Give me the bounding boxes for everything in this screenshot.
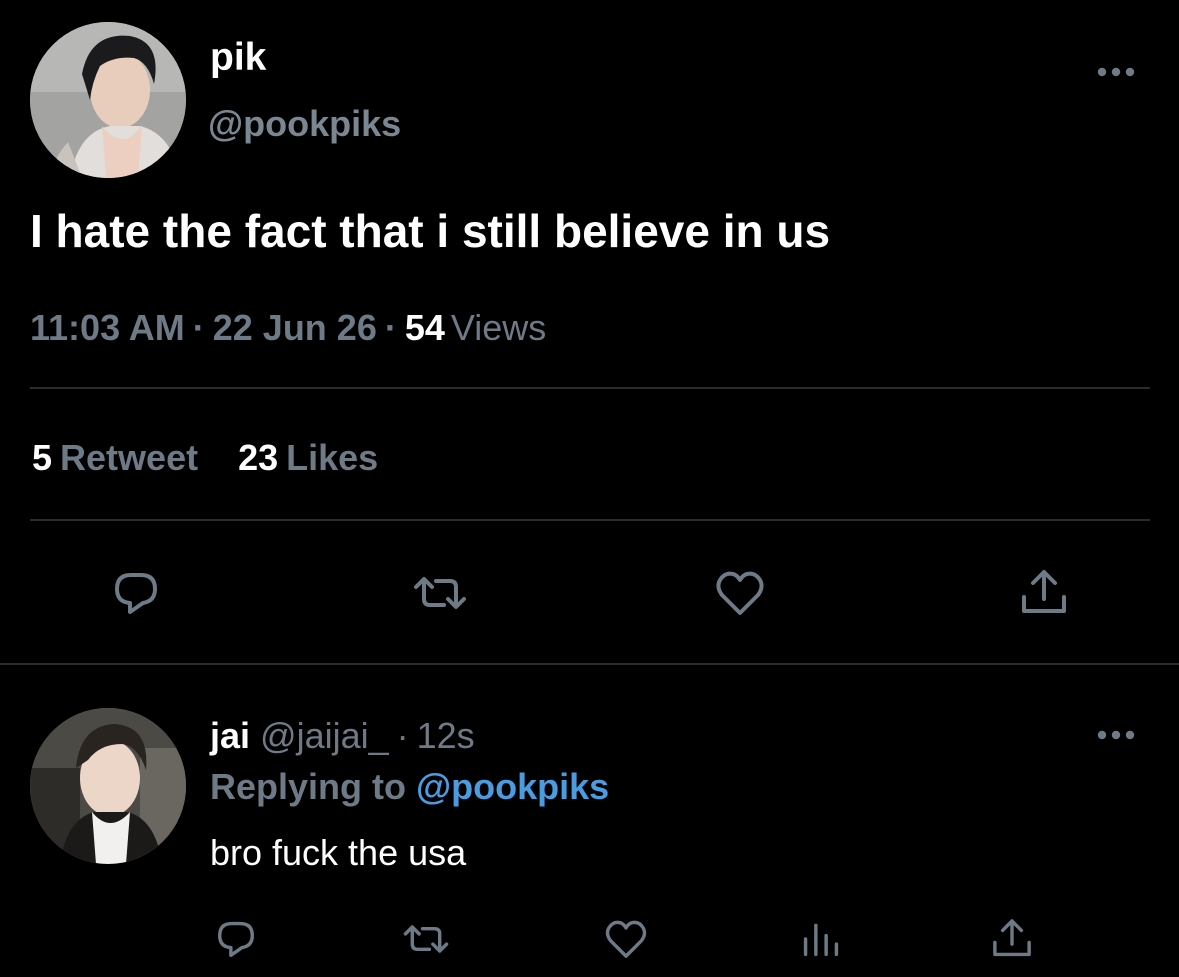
reply-text: bro fuck the usa: [210, 832, 467, 873]
replying-mention-link[interactable]: @pookpiks: [416, 766, 609, 807]
retweet-icon[interactable]: [412, 565, 468, 621]
reply-icon[interactable]: [108, 565, 164, 621]
meta-separator: ·: [192, 307, 205, 348]
profile-photo-icon: [30, 22, 186, 178]
more-options-icon[interactable]: [1095, 64, 1137, 80]
section-divider: [0, 663, 1179, 665]
author-avatar[interactable]: [30, 22, 186, 178]
divider: [30, 519, 1150, 521]
like-icon[interactable]: [602, 915, 650, 963]
tweet-stats: 5 Retweet 23 Likes: [32, 436, 378, 480]
reply-age: 12s: [416, 715, 475, 756]
retweet-icon[interactable]: [402, 915, 450, 963]
reply-author-display-name[interactable]: jai: [210, 715, 250, 756]
tweet-text: I hate the fact that i still believe in …: [30, 205, 831, 257]
share-icon[interactable]: [1016, 565, 1072, 621]
views-label: Views: [450, 307, 547, 348]
profile-photo-icon: [30, 708, 186, 864]
share-icon[interactable]: [988, 915, 1036, 963]
tweet-meta: 11:03 AM · 22 Jun 26 · 54 Views: [30, 306, 546, 350]
meta-separator: ·: [384, 307, 397, 348]
divider: [30, 387, 1150, 389]
retweet-stat[interactable]: 5 Retweet: [32, 437, 198, 478]
reply-author-avatar[interactable]: [30, 708, 186, 864]
retweet-count: 5: [32, 437, 53, 478]
replying-to: Replying to @pookpiks: [210, 765, 609, 809]
tweet-time: 11:03 AM: [30, 307, 185, 348]
like-icon[interactable]: [712, 565, 768, 621]
likes-stat[interactable]: 23 Likes: [238, 437, 378, 478]
reply-icon[interactable]: [212, 915, 260, 963]
likes-label: Likes: [286, 437, 379, 478]
analytics-icon[interactable]: [797, 915, 845, 963]
reply-author-handle[interactable]: @jaijai_: [260, 715, 389, 756]
more-options-icon[interactable]: [1095, 727, 1137, 743]
replying-label: Replying to: [210, 766, 406, 807]
retweet-label: Retweet: [60, 437, 199, 478]
meta-separator: ·: [396, 715, 409, 756]
author-handle[interactable]: @pookpiks: [208, 102, 401, 146]
tweet-date: 22 Jun 26: [212, 307, 377, 348]
views-count: 54: [404, 307, 445, 348]
reply-header: jai @jaijai_ · 12s: [210, 714, 475, 758]
likes-count: 23: [238, 437, 279, 478]
author-display-name[interactable]: pik: [210, 36, 266, 80]
